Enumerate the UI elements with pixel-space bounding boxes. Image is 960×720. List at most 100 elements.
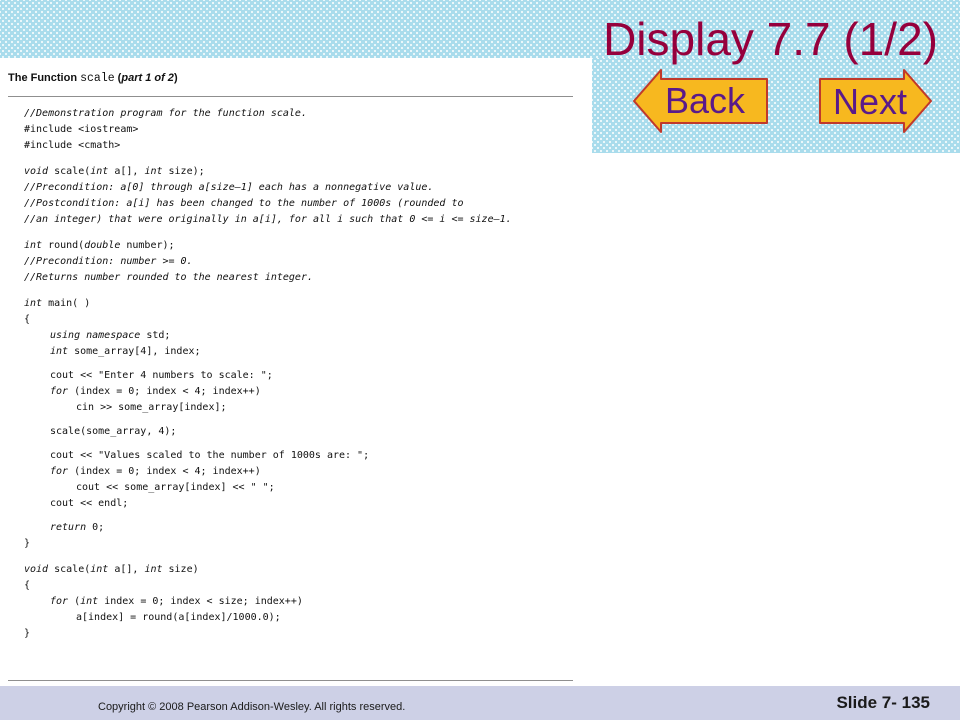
code-line: //an integer) that were originally in a[… (24, 212, 573, 228)
code-line: cout << "Values scaled to the number of … (24, 448, 573, 464)
code-listing: //Demonstration program for the function… (24, 106, 573, 642)
code-text: size); (162, 166, 205, 177)
code-text: (index = 0; index < 4; index++) (68, 466, 261, 477)
code-text: scale( (48, 564, 91, 575)
code-line: cout << "Enter 4 numbers to scale: "; (24, 368, 573, 384)
code-line: { (24, 578, 573, 594)
next-button[interactable]: Next (818, 69, 932, 133)
code-line: //Precondition: a[0] through a[size–1] e… (24, 180, 573, 196)
code-keyword-or-comment: for (50, 596, 69, 607)
code-line: //Returns number rounded to the nearest … (24, 270, 573, 286)
code-text: ( (68, 596, 81, 607)
code-line: //Postcondition: a[i] has been changed t… (24, 196, 573, 212)
code-keyword-or-comment: int (144, 564, 163, 575)
code-text: std; (140, 330, 171, 341)
code-text: cout << "Values scaled to the number of … (50, 450, 370, 461)
code-keyword-or-comment: int (24, 240, 43, 251)
code-text: { (24, 580, 31, 591)
code-line: } (24, 626, 573, 642)
code-line: #include <iostream> (24, 122, 573, 138)
code-keyword-or-comment: int (90, 564, 109, 575)
code-line: { (24, 312, 573, 328)
code-line: cout << endl; (24, 496, 573, 512)
back-button-label: Back (664, 80, 746, 121)
slide-number: Slide 7- 135 (836, 693, 930, 712)
code-text: some_array[4], index; (68, 346, 201, 357)
code-keyword-or-comment: //an integer) that were originally in a[… (24, 214, 512, 225)
code-text: a[], (108, 166, 145, 177)
code-line: #include <cmath> (24, 138, 573, 154)
code-text: cout << some_array[index] << " "; (76, 482, 275, 493)
code-line: return 0; (24, 520, 573, 536)
code-keyword-or-comment: int (80, 596, 99, 607)
code-keyword-or-comment: //Precondition: a[0] through a[size–1] e… (24, 182, 434, 193)
code-line: cin >> some_array[index]; (24, 400, 573, 416)
code-keyword-or-comment: int (50, 346, 69, 357)
code-line: scale(some_array, 4); (24, 424, 573, 440)
code-text: cout << endl; (50, 498, 129, 509)
caption-part: part 1 of 2 (121, 72, 174, 84)
code-text: scale( (48, 166, 91, 177)
code-line: for (index = 0; index < 4; index++) (24, 464, 573, 480)
slide-footer: Copyright © 2008 Pearson Addison-Wesley.… (0, 686, 960, 720)
code-line: void scale(int a[], int size); (24, 164, 573, 180)
code-text: 0; (86, 522, 105, 533)
code-line: int some_array[4], index; (24, 344, 573, 360)
listing-bottom-divider (8, 680, 573, 681)
code-keyword-or-comment: using namespace (50, 330, 141, 341)
code-line: void scale(int a[], int size) (24, 562, 573, 578)
code-text: number); (120, 240, 175, 251)
code-line: for (index = 0; index < 4; index++) (24, 384, 573, 400)
caption-function-name: scale (80, 72, 115, 85)
code-text: scale(some_array, 4); (50, 426, 177, 437)
code-keyword-or-comment: //Postcondition: a[i] has been changed t… (24, 198, 464, 209)
code-line: //Precondition: number >= 0. (24, 254, 573, 270)
code-keyword-or-comment: //Precondition: number >= 0. (24, 256, 193, 267)
code-text: } (24, 538, 31, 549)
code-text: { (24, 314, 31, 325)
code-text: cout << "Enter 4 numbers to scale: "; (50, 370, 273, 381)
next-button-label: Next (832, 81, 908, 122)
code-keyword-or-comment: for (50, 386, 69, 397)
display-caption: The Function scale (part 1 of 2) (8, 72, 178, 85)
code-line: a[index] = round(a[index]/1000.0); (24, 610, 573, 626)
code-text: main( ) (42, 298, 91, 309)
code-text: index = 0; index < size; index++) (98, 596, 303, 607)
back-button[interactable]: Back (633, 69, 769, 133)
code-keyword-or-comment: int (144, 166, 163, 177)
code-display-panel: The Function scale (part 1 of 2) //Demon… (8, 66, 573, 681)
code-line: for (int index = 0; index < size; index+… (24, 594, 573, 610)
code-text: } (24, 628, 31, 639)
code-text: cin >> some_array[index]; (76, 402, 227, 413)
code-text: #include <cmath> (24, 140, 121, 151)
code-line: cout << some_array[index] << " "; (24, 480, 573, 496)
code-text: #include <iostream> (24, 124, 139, 135)
code-keyword-or-comment: void (24, 166, 49, 177)
code-text: round( (42, 240, 85, 251)
code-text: (index = 0; index < 4; index++) (68, 386, 261, 397)
code-line: using namespace std; (24, 328, 573, 344)
code-line: int round(double number); (24, 238, 573, 254)
code-keyword-or-comment: //Demonstration program for the function… (24, 108, 307, 119)
code-line: int main( ) (24, 296, 573, 312)
code-keyword-or-comment: void (24, 564, 49, 575)
code-line: //Demonstration program for the function… (24, 106, 573, 122)
code-keyword-or-comment: //Returns number rounded to the nearest … (24, 272, 313, 283)
code-keyword-or-comment: int (24, 298, 43, 309)
code-keyword-or-comment: return (50, 522, 87, 533)
caption-prefix: The Function (8, 72, 78, 84)
code-text: size) (162, 564, 199, 575)
code-keyword-or-comment: double (84, 240, 121, 251)
slide-title: Display 7.7 (1/2) (603, 13, 938, 65)
code-line: } (24, 536, 573, 552)
code-text: a[index] = round(a[index]/1000.0); (76, 612, 281, 623)
code-text: a[], (108, 564, 145, 575)
